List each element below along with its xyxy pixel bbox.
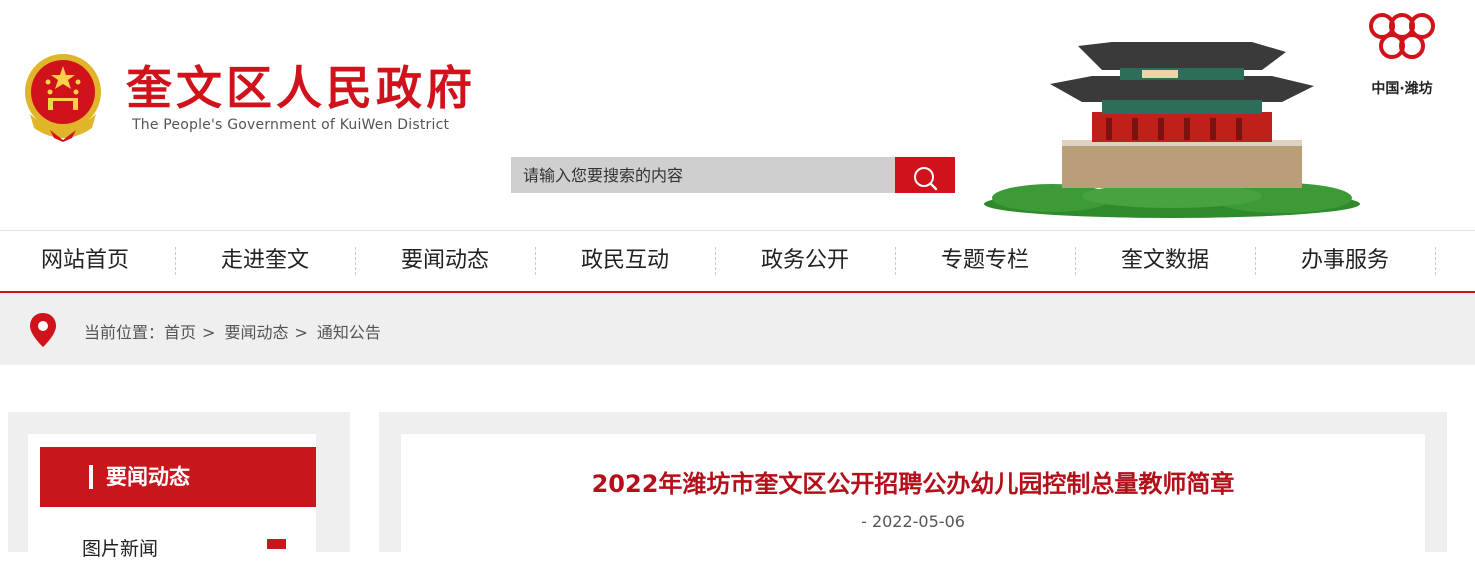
breadcrumb-bar: 当前位置：首页 > 要闻动态 > 通知公告 (0, 293, 1475, 365)
nav-item-data[interactable]: 奎文数据 (1075, 231, 1255, 291)
site-subtitle: The People's Government of KuiWen Distri… (132, 117, 450, 133)
article-panel: 2022年潍坊市奎文区公开招聘公办幼儿园控制总量教师简章 - 2022-05-0… (401, 434, 1425, 564)
main-nav: 网站首页 走进奎文 要闻动态 政民互动 政务公开 专题专栏 奎文数据 办事服务 (0, 230, 1475, 294)
location-pin-icon (30, 313, 56, 347)
sidebar-panel: 要闻动态 图片新闻 (28, 434, 316, 560)
heading-bar-decoration (89, 465, 93, 489)
weifang-kite-logo-icon (1369, 13, 1435, 59)
breadcrumb: 当前位置：首页 > 要闻动态 > 通知公告 (84, 319, 381, 343)
sidebar-heading: 要闻动态 (40, 447, 316, 507)
search-input[interactable] (511, 157, 895, 193)
breadcrumb-separator: > (202, 323, 216, 342)
main-content: 2022年潍坊市奎文区公开招聘公办幼儿园控制总量教师简章 - 2022-05-0… (379, 412, 1447, 564)
breadcrumb-notices[interactable]: 通知公告 (317, 323, 381, 342)
site-title[interactable]: 奎文区人民政府 (126, 62, 476, 114)
city-label: 中国·潍坊 (1371, 81, 1433, 97)
pavilion-illustration (984, 42, 1360, 218)
breadcrumb-news[interactable]: 要闻动态 (224, 323, 288, 342)
search-icon (914, 167, 938, 191)
site-header: 奎文区人民政府 The People's Government of KuiWe… (0, 0, 1475, 230)
article-title: 2022年潍坊市奎文区公开招聘公办幼儿园控制总量教师简章 (591, 470, 1235, 498)
breadcrumb-prefix: 当前位置： (84, 323, 165, 342)
breadcrumb-home[interactable]: 首页 (164, 323, 196, 342)
sidebar-item-photo-news[interactable]: 图片新闻 (82, 534, 158, 561)
sidebar-heading-label: 要闻动态 (106, 465, 190, 489)
nav-separator (1435, 247, 1436, 275)
nav-item-home[interactable]: 网站首页 (0, 231, 175, 291)
nav-item-interaction[interactable]: 政民互动 (535, 231, 715, 291)
breadcrumb-separator: > (294, 323, 308, 342)
search-button[interactable] (895, 157, 955, 193)
nav-item-about[interactable]: 走进奎文 (175, 231, 355, 291)
article-date: - 2022-05-06 (861, 512, 965, 531)
sidebar: 要闻动态 图片新闻 (8, 412, 350, 560)
sidebar-item-marker-icon (267, 539, 286, 549)
nav-item-services[interactable]: 办事服务 (1255, 231, 1435, 291)
nav-item-gov-affairs[interactable]: 政务公开 (715, 231, 895, 291)
nav-item-topics[interactable]: 专题专栏 (895, 231, 1075, 291)
national-emblem-icon (25, 54, 101, 142)
nav-item-news[interactable]: 要闻动态 (355, 231, 535, 291)
